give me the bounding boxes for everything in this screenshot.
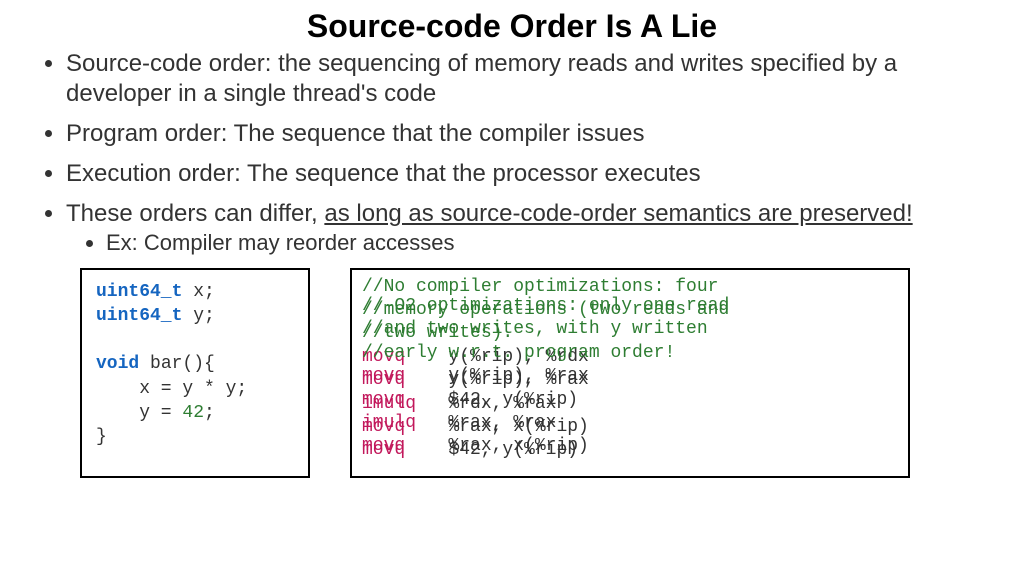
src-l1b: x; — [182, 282, 214, 302]
src-l5: x = y * y; — [96, 379, 247, 399]
src-l6a: y = — [96, 403, 182, 423]
asmB-i4: movq — [362, 436, 405, 456]
bullet-3: Execution order: The sequence that the p… — [66, 159, 984, 189]
src-l2b: y; — [182, 306, 214, 326]
bullet-list: Source-code order: the sequencing of mem… — [40, 49, 984, 258]
bullet-4-underlined: as long as source-code-order semantics a… — [324, 200, 912, 227]
sub-bullet-1: Ex: Compiler may reorder accesses — [106, 229, 984, 258]
bullet-2: Program order: The sequence that the com… — [66, 119, 984, 149]
kw-void: void — [96, 354, 139, 374]
source-code-box: uint64_t x; uint64_t y; void bar(){ x = … — [80, 268, 310, 478]
assembly-box: //No compiler optimizations: four //memo… — [350, 268, 910, 478]
kw-uint64-2: uint64_t — [96, 306, 182, 326]
asmB-i2: movq — [362, 390, 405, 410]
asmB-a4: %rax, x(%rip) — [405, 436, 589, 456]
asmB-c1: //-O2 optimizations: only one read — [362, 296, 729, 316]
asmB-i1: movq — [362, 366, 405, 386]
asmB-i3: imulq — [362, 413, 416, 433]
asm-layer-o2: //-O2 optimizations: only one read //and… — [362, 272, 898, 459]
asmB-c3: //early w.r.t. program order! — [362, 343, 675, 363]
src-l7: } — [96, 427, 107, 447]
code-row: uint64_t x; uint64_t y; void bar(){ x = … — [40, 268, 984, 478]
src-l6c: ; — [204, 403, 215, 423]
src-l4b: bar(){ — [139, 354, 215, 374]
bullet-4: These orders can differ, as long as sour… — [66, 199, 984, 258]
asmB-a1: y(%rip), %rax — [405, 366, 589, 386]
asmB-a2: $42, y(%rip) — [405, 390, 578, 410]
bullet-1: Source-code order: the sequencing of mem… — [66, 49, 984, 109]
kw-uint64-1: uint64_t — [96, 282, 182, 302]
slide-title: Source-code Order Is A Lie — [40, 8, 984, 45]
asmB-c2: //and two writes, with y written — [362, 319, 708, 339]
bullet-4-prefix: These orders can differ, — [66, 200, 324, 227]
sub-bullet-list: Ex: Compiler may reorder accesses — [66, 229, 984, 258]
src-l6b: 42 — [182, 403, 204, 423]
asmB-a3: %rax, %rax — [416, 413, 556, 433]
